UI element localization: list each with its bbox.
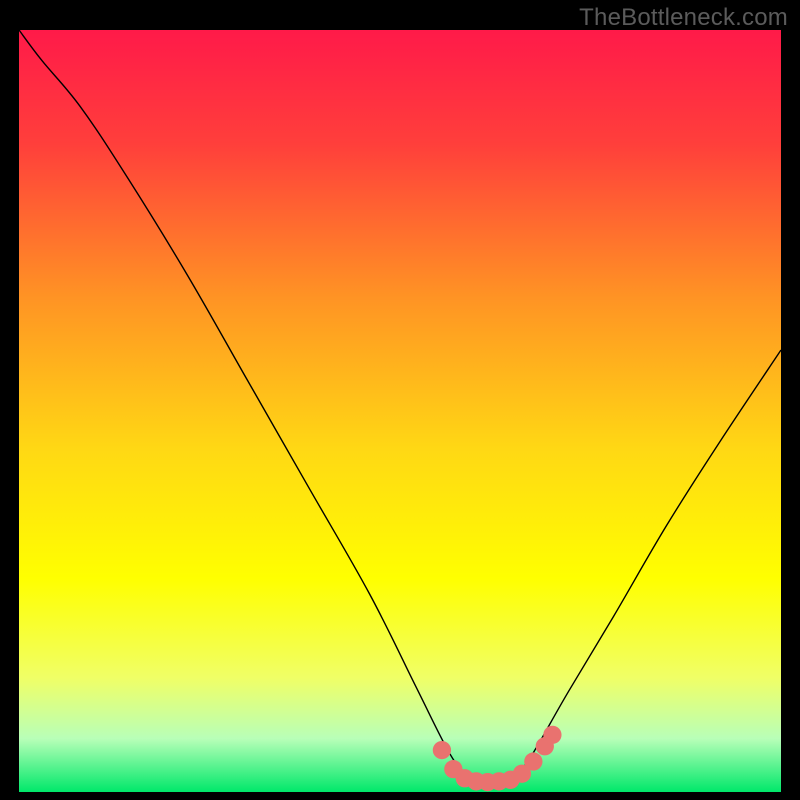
plot-svg	[19, 30, 781, 792]
watermark-text: TheBottleneck.com	[579, 4, 788, 32]
trough-marker	[543, 726, 561, 744]
trough-marker	[433, 741, 451, 759]
bottleneck-plot	[19, 30, 781, 792]
chart-frame: TheBottleneck.com	[0, 0, 800, 800]
gradient-rect	[19, 30, 781, 792]
trough-marker	[524, 752, 542, 770]
